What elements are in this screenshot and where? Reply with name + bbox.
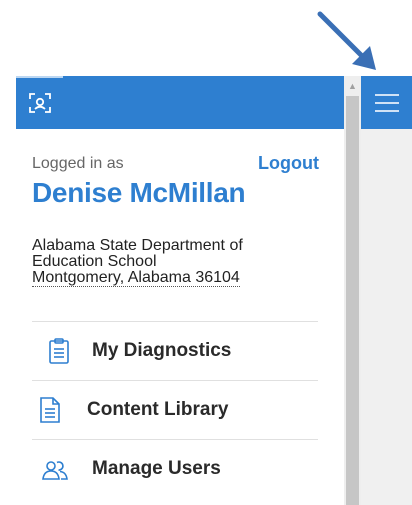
users-icon xyxy=(42,461,68,480)
annotation-arrow-icon xyxy=(317,11,376,70)
logout-link[interactable]: Logout xyxy=(258,153,319,174)
header-bar xyxy=(16,76,344,129)
scan-face-icon xyxy=(29,93,51,113)
clipboard-icon xyxy=(49,338,69,364)
nav-item-content-library[interactable]: Content Library xyxy=(32,380,318,438)
org-address-link[interactable]: Montgomery, Alabama 36104 xyxy=(32,270,240,287)
nav-item-my-diagnostics[interactable]: My Diagnostics xyxy=(32,321,318,379)
logged-in-label: Logged in as xyxy=(32,155,124,172)
scrollbar[interactable]: ▲ xyxy=(344,76,361,505)
org-line: Education School xyxy=(32,253,157,270)
scroll-up-arrow-icon[interactable]: ▲ xyxy=(344,76,361,96)
organization-address: Alabama State Department of Education Sc… xyxy=(32,238,318,287)
logo-button[interactable] xyxy=(16,76,63,129)
nav-item-label: Content Library xyxy=(87,399,229,420)
user-name: Denise McMillan xyxy=(32,177,246,208)
menu-button[interactable] xyxy=(361,76,412,129)
nav-item-label: Manage Users xyxy=(92,458,221,479)
scrollbar-thumb[interactable] xyxy=(346,96,359,505)
org-line: Alabama State Department of xyxy=(32,237,243,254)
nav-item-label: My Diagnostics xyxy=(92,340,232,361)
content-pane xyxy=(361,76,412,505)
hamburger-icon xyxy=(375,94,399,96)
document-icon xyxy=(40,397,60,423)
nav-item-manage-users[interactable]: Manage Users xyxy=(32,439,318,497)
